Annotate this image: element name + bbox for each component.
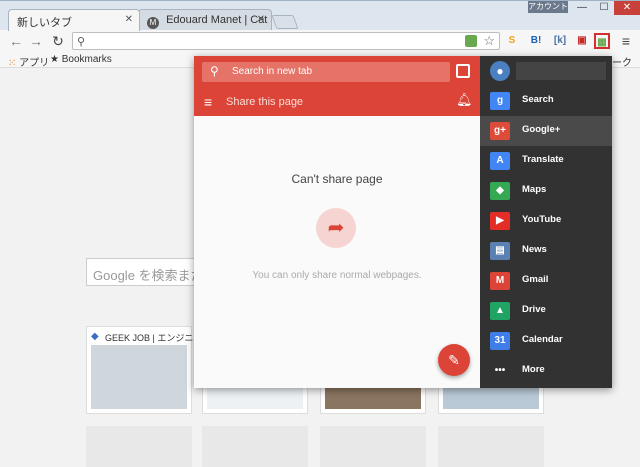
address-bar[interactable]: ⚲ ☆: [72, 32, 500, 50]
site-favicon-icon: ◆: [91, 331, 99, 342]
google-apps-panel: ● g Search g+ Google+ A Translate ◆ Maps ▶ YouTub…: [480, 56, 612, 388]
hatena-icon[interactable]: [k]: [552, 33, 568, 49]
notification-bell-icon[interactable]: 🔔︎: [456, 92, 473, 108]
account-name-redacted: [516, 62, 606, 80]
close-window-button[interactable]: ✕: [614, 1, 640, 15]
bookmark-star-icon[interactable]: ☆: [483, 33, 495, 49]
app-item-youtube[interactable]: ▶ YouTube: [480, 206, 612, 236]
empty-tile: [320, 426, 426, 467]
app-item-more[interactable]: ••• More: [480, 356, 612, 386]
apps-shortcut[interactable]: ⁙ アプリ: [8, 54, 49, 69]
most-visited-tile[interactable]: ◆ GEEK JOB | エンジニア: [86, 326, 202, 414]
empty-tile: [86, 426, 192, 467]
chrome-icon[interactable]: S: [504, 33, 520, 49]
app-label: YouTube: [522, 214, 562, 225]
google-plus-icon: g+: [490, 122, 510, 140]
app-label: Search: [522, 94, 554, 105]
drive-icon: ▲: [490, 302, 510, 320]
tab-manet[interactable]: M Edouard Manet | Cat an ✕: [138, 9, 272, 31]
compose-button[interactable]: ✎: [438, 344, 470, 376]
tile-title: GEEK JOB | エンジニア: [105, 333, 203, 343]
google-apps-launcher-icon[interactable]: ▦: [594, 33, 610, 49]
google-search-box[interactable]: Google を検索または: [86, 258, 206, 286]
app-label: Google+: [522, 124, 561, 135]
app-label: Maps: [522, 184, 547, 195]
account-badge[interactable]: アカウント: [528, 1, 568, 13]
more-icon: •••: [494, 365, 506, 376]
bookmarks-label: Bookmarks: [61, 54, 112, 65]
extension-popup: ⚲ Search in new tab ≡ Share this page 🔔︎…: [194, 56, 612, 388]
search-placeholder: Search in new tab: [232, 66, 313, 77]
back-icon[interactable]: ←: [8, 33, 24, 49]
app-label: Calendar: [522, 334, 563, 345]
translate-icon: A: [490, 152, 510, 170]
app-item-google[interactable]: g+ Google+: [480, 116, 612, 146]
forward-icon[interactable]: →: [28, 33, 44, 49]
empty-tile: [438, 426, 544, 467]
open-tab-icon[interactable]: [456, 64, 470, 78]
share-hint: You can only share normal webpages.: [252, 270, 422, 281]
app-label: Gmail: [522, 274, 549, 285]
app-item-gmail[interactable]: M Gmail: [480, 266, 612, 296]
tab-new-tab[interactable]: 新しいタブ ✕: [8, 9, 140, 31]
maps-icon: ◆: [490, 182, 510, 200]
reload-icon[interactable]: ↻: [50, 33, 66, 49]
chrome-menu-icon[interactable]: ≡: [618, 33, 634, 49]
app-item-news[interactable]: ▤ News: [480, 236, 612, 266]
hatena-bookmark-icon[interactable]: B!: [528, 33, 544, 49]
maximize-button[interactable]: ☐: [594, 1, 614, 15]
new-tab-search-input[interactable]: ⚲ Search in new tab: [202, 62, 450, 82]
cant-share-message: Can't share page: [291, 172, 383, 186]
favicon-icon: M: [147, 17, 159, 29]
tile-thumbnail: [91, 345, 187, 409]
popup-header: ⚲ Search in new tab ≡ Share this page 🔔︎: [194, 56, 480, 116]
avatar: ●: [490, 61, 510, 81]
page-action-icon[interactable]: [465, 35, 477, 47]
star-icon: ★: [50, 54, 59, 65]
toolbar: ← → ↻ ⚲ ☆ S B! [k] ▣ ▦ ≡: [0, 30, 640, 52]
app-label: More: [522, 364, 545, 375]
tab-title: 新しいタブ: [17, 17, 72, 29]
new-tab-button[interactable]: [271, 15, 299, 29]
calendar-icon: 31: [490, 332, 510, 350]
flag-icon[interactable]: ▣: [574, 33, 590, 49]
app-label: News: [522, 244, 547, 255]
account-row[interactable]: ●: [480, 56, 612, 86]
news-icon: ▤: [490, 242, 510, 260]
share-panel: Can't share page ➦ You can only share no…: [194, 116, 480, 388]
youtube-icon: ▶: [490, 212, 510, 230]
app-label: Drive: [522, 304, 546, 315]
app-item-search[interactable]: g Search: [480, 86, 612, 116]
search-icon: ⚲: [77, 36, 86, 48]
app-item-maps[interactable]: ◆ Maps: [480, 176, 612, 206]
bookmarks-folder[interactable]: ★ Bookmarks: [50, 54, 112, 65]
app-item-calendar[interactable]: 31 Calendar: [480, 326, 612, 356]
app-item-drive[interactable]: ▲ Drive: [480, 296, 612, 326]
search-icon: ⚲: [210, 64, 219, 78]
app-label: Translate: [522, 154, 564, 165]
title-bar: 新しいタブ ✕ M Edouard Manet | Cat an ✕ アカウント…: [0, 0, 640, 31]
app-item-translate[interactable]: A Translate: [480, 146, 612, 176]
tab-close-icon[interactable]: ✕: [125, 14, 133, 25]
search-icon: g: [490, 92, 510, 110]
share-title: Share this page: [226, 96, 304, 108]
minimize-button[interactable]: —: [572, 1, 592, 15]
share-arrow-icon: ➦: [316, 208, 356, 248]
tab-close-icon[interactable]: ✕: [257, 14, 265, 25]
hamburger-menu-icon[interactable]: ≡: [204, 94, 212, 110]
gmail-icon: M: [490, 272, 510, 290]
empty-tile: [202, 426, 308, 467]
